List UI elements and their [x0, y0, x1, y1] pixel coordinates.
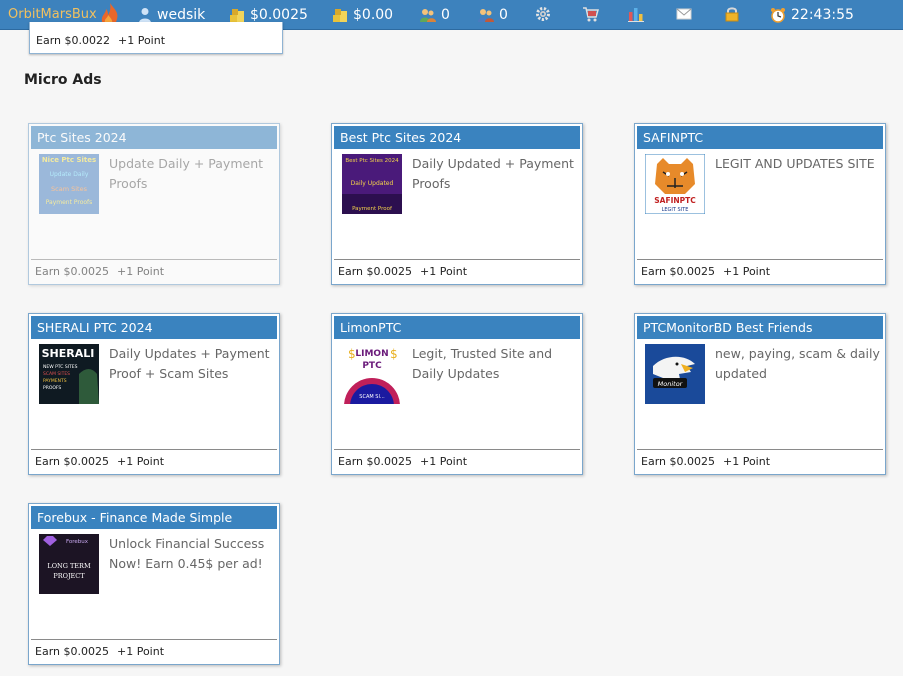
ad-card-footer: Earn $0.0025 +1 Point — [31, 259, 277, 284]
ad-card-limonptc[interactable]: LimonPTC $ $ LIMON PTC SCAM SI... Legit,… — [331, 313, 583, 475]
ad-title[interactable]: PTCMonitorBD Best Friends — [637, 316, 883, 339]
thumb-text: PROOFS — [43, 385, 61, 391]
ad-card-footer: Earn $0.0025 +1 Point — [334, 449, 580, 474]
ad-title[interactable]: Ptc Sites 2024 — [31, 126, 277, 149]
thumb-text: Monitor — [658, 380, 684, 388]
ad-title[interactable]: SHERALI PTC 2024 — [31, 316, 277, 339]
thumb-text: PAYMENTS — [43, 378, 67, 384]
ad-card-footer: Earn $0.0025 +1 Point — [637, 259, 883, 284]
thumb-text: Best Ptc Sites 2024 — [345, 158, 399, 164]
thumb-text: Update Daily — [50, 171, 89, 178]
referrals-icon — [420, 8, 436, 22]
ad-card-footer: Earn $0.0025 +1 Point — [334, 259, 580, 284]
thumb-text: Forebux — [66, 539, 89, 545]
ad-points: +1 Point — [722, 455, 771, 468]
ad-card-footer: Earn $0.0025 +1 Point — [31, 639, 277, 664]
ad-title[interactable]: SAFINPTC — [637, 126, 883, 149]
thumb-text: Payment Proof — [352, 206, 393, 212]
ad-thumbnail: SHERALI NEW PTC SITES SCAM SITES PAYMENT… — [39, 344, 99, 404]
thumb-text: NEW PTC SITES — [43, 364, 78, 370]
thumb-text: Nice Ptc Sites — [42, 156, 96, 164]
ad-card-best-ptc-sites-2024[interactable]: Best Ptc Sites 2024 Best Ptc Sites 2024 … — [331, 123, 583, 285]
lock-icon[interactable] — [724, 6, 740, 22]
ad-card-footer: Earn $0.0025 +1 Point — [637, 449, 883, 474]
ad-points: +1 Point — [419, 265, 468, 278]
ad-points: +1 Point — [116, 455, 165, 468]
ad-points: +1 Point — [116, 265, 165, 278]
ad-earn: Earn $0.0025 — [35, 455, 109, 468]
purchase-balance-value: $0.00 — [353, 6, 394, 23]
rented-referrals-icon — [478, 8, 494, 22]
thumb-text: LONG TERM — [47, 562, 91, 570]
ad-earn: Earn $0.0025 — [35, 265, 109, 278]
clock-time: 22:43:55 — [791, 6, 854, 23]
main-balance-value: $0.0025 — [250, 6, 308, 23]
ad-earn: Earn $0.0025 — [35, 645, 109, 658]
thumb-text: LIMON — [355, 349, 388, 359]
thumb-text: Daily Updated — [351, 180, 394, 187]
ad-earn: Earn $0.0025 — [641, 265, 715, 278]
ad-card-footer: Earn $0.0025 +1 Point — [31, 449, 277, 474]
ad-earn: Earn $0.0022 — [36, 34, 110, 47]
thumb-text: PROJECT — [53, 572, 85, 580]
ad-card-forebux[interactable]: Forebux - Finance Made Simple Forebux LO… — [28, 503, 280, 665]
user-icon — [139, 7, 151, 23]
server-clock: 22:43:55 — [770, 0, 854, 29]
coins-icon — [333, 8, 347, 22]
previous-ad-card[interactable]: Earn $0.0022 +1 Point — [29, 22, 283, 54]
ad-description: Update Daily + Payment Proofs — [109, 156, 264, 191]
tiger-logo-thumbnail: SAFINPTC LEGIT SITE — [645, 154, 705, 214]
ad-thumbnail: Nice Ptc Sites Update Daily Scam Sites P… — [39, 154, 99, 214]
mail-icon[interactable] — [676, 6, 692, 22]
ad-description: new, paying, scam & daily updated — [715, 346, 880, 381]
ad-earn: Earn $0.0025 — [641, 455, 715, 468]
ad-card-ptcmonitorbd[interactable]: PTCMonitorBD Best Friends Monitor new, p… — [634, 313, 886, 475]
ad-description: Daily Updates + Payment Proof + Scam Sit… — [109, 346, 270, 381]
direct-referrals[interactable]: 0 — [420, 0, 450, 29]
ad-thumbnail: Best Ptc Sites 2024 Daily Updated Paymen… — [342, 154, 402, 214]
ad-card-ptc-sites-2024[interactable]: Ptc Sites 2024 Nice Ptc Sites Update Dai… — [28, 123, 280, 285]
dollar-icon: $ — [390, 347, 398, 361]
ad-title[interactable]: Forebux - Finance Made Simple — [31, 506, 277, 529]
thumb-text: LEGIT SITE — [662, 207, 689, 213]
ad-thumbnail: Forebux LONG TERM PROJECT — [39, 534, 99, 594]
ad-card-footer: Earn $0.0022 +1 Point — [32, 29, 280, 53]
ad-description: Unlock Financial Success Now! Earn 0.45$… — [109, 536, 265, 571]
ad-card-safinptc[interactable]: SAFINPTC SAFINPTC LEGIT SITE LEGIT AND U… — [634, 123, 886, 285]
thumb-text: SCAM SITES — [43, 371, 70, 377]
thumb-text: Scam Sites — [51, 185, 88, 193]
purchase-balance[interactable]: $0.00 — [332, 0, 393, 29]
thumb-text: Payment Proofs — [46, 199, 93, 206]
ad-description: Daily Updated + Payment Proofs — [412, 156, 574, 191]
shopping-cart-icon[interactable] — [582, 6, 599, 22]
bar-chart-icon[interactable] — [628, 6, 644, 22]
ad-card-sherali-ptc-2024[interactable]: SHERALI PTC 2024 SHERALI NEW PTC SITES S… — [28, 313, 280, 475]
thumb-text: SHERALI — [42, 347, 95, 360]
eagle-logo-thumbnail: Monitor — [645, 344, 705, 404]
thumb-text: PTC — [362, 361, 382, 371]
ad-thumbnail: $ $ LIMON PTC SCAM SI... — [342, 344, 402, 404]
brand-name: OrbitMarsBux — [8, 7, 97, 22]
ad-title[interactable]: LimonPTC — [334, 316, 580, 339]
alarm-clock-icon — [771, 7, 785, 23]
ad-earn: Earn $0.0025 — [338, 455, 412, 468]
thumb-text: SAFINPTC — [654, 196, 696, 205]
rented-referrals[interactable]: 0 — [478, 0, 508, 29]
direct-referrals-count: 0 — [441, 6, 450, 23]
gear-icon[interactable] — [535, 6, 551, 22]
ad-earn: Earn $0.0025 — [338, 265, 412, 278]
ad-points: +1 Point — [722, 265, 771, 278]
section-title: Micro Ads — [24, 72, 102, 88]
ad-description: Legit, Trusted Site and Daily Updates — [412, 346, 553, 381]
rented-referrals-count: 0 — [499, 6, 508, 23]
thumb-text: SCAM SI... — [359, 394, 385, 400]
ad-title[interactable]: Best Ptc Sites 2024 — [334, 126, 580, 149]
coins-icon — [230, 8, 244, 22]
ad-points: +1 Point — [117, 34, 166, 47]
ad-points: +1 Point — [116, 645, 165, 658]
ad-description: LEGIT AND UPDATES SITE — [715, 156, 875, 171]
ad-points: +1 Point — [419, 455, 468, 468]
username: wedsik — [157, 6, 206, 23]
